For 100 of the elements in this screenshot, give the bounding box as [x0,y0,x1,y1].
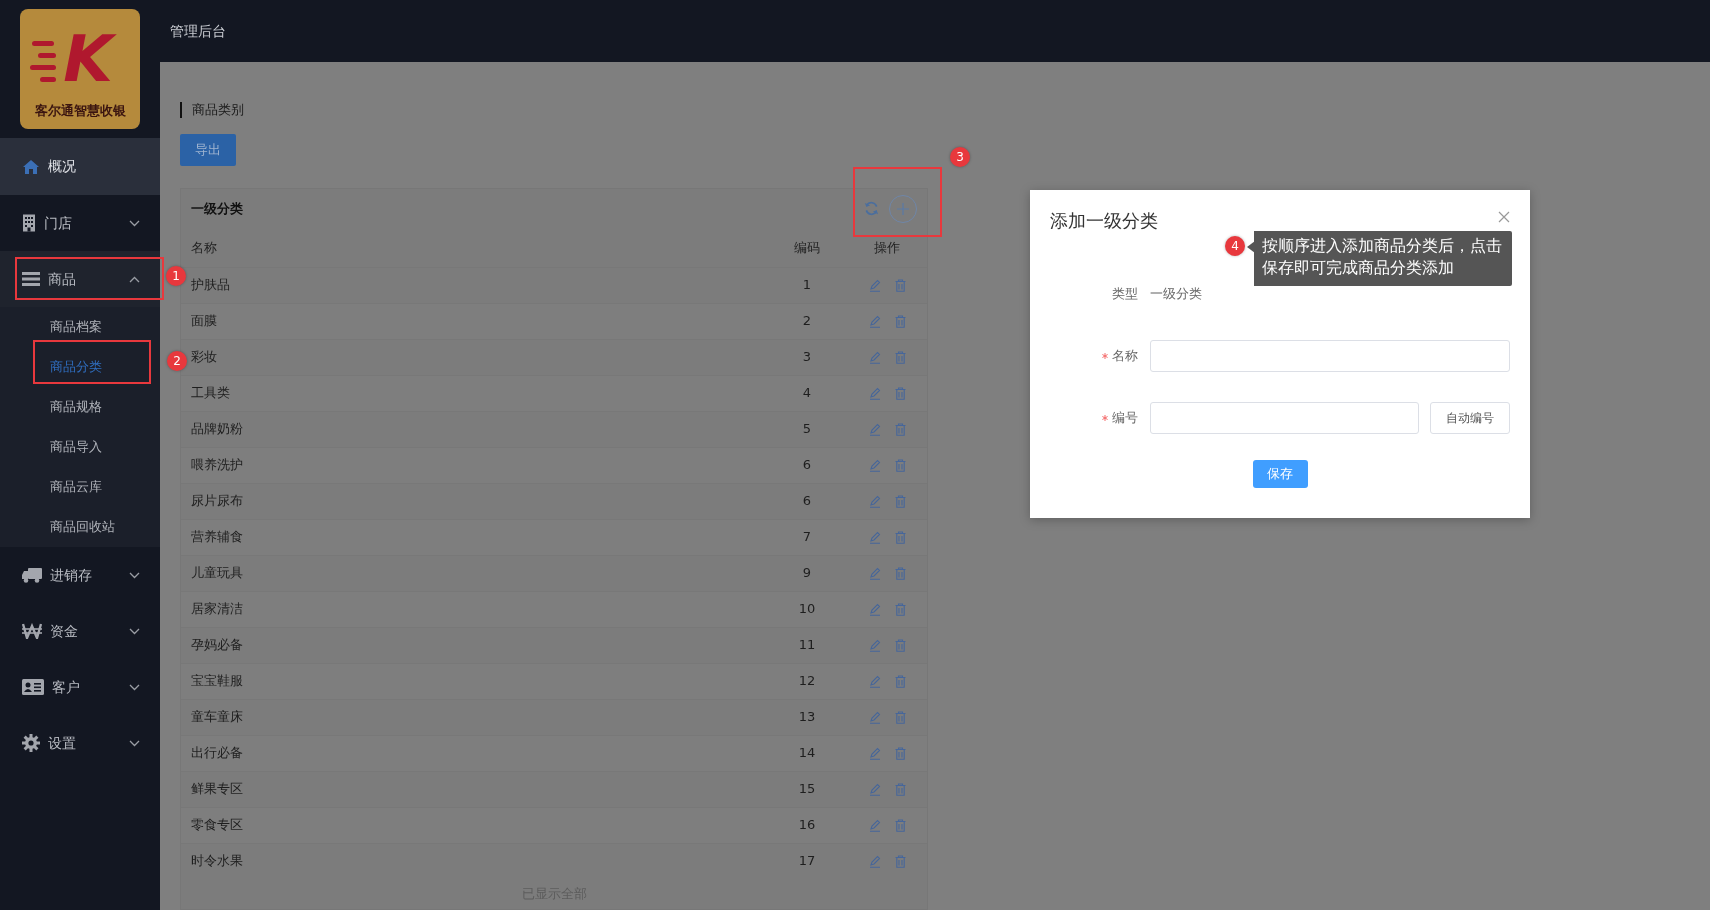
edit-button[interactable] [868,566,881,580]
delete-button[interactable] [894,638,906,652]
submenu-item[interactable]: 商品回收站 [0,507,160,547]
sidebar-item[interactable]: 进销存 [0,547,160,603]
delete-button[interactable] [894,674,906,688]
edit-button[interactable] [868,782,881,796]
edit-icon [868,566,881,580]
delete-button[interactable] [894,746,906,760]
submenu-item[interactable]: 商品云库 [0,467,160,507]
table-cell-text: 15 [797,780,817,799]
table-cell-text: 6 [801,456,813,475]
delete-button[interactable] [894,350,906,364]
delete-icon [894,314,906,328]
submenu-item[interactable]: 商品档案 [0,307,160,347]
edit-icon [868,710,881,724]
delete-button[interactable] [894,854,906,868]
refresh-button[interactable] [864,201,879,216]
edit-icon [868,746,881,760]
edit-button[interactable] [868,710,881,724]
table-cell-text: 7 [801,528,813,547]
table-cell-text: 品牌奶粉 [190,420,244,439]
sidebar-item-label: 概况 [48,157,76,176]
table-cell-text: 17 [797,852,817,871]
delete-button[interactable] [894,710,906,724]
sidebar-item[interactable]: 资金 [0,603,160,659]
delete-icon [894,746,906,760]
delete-button[interactable] [894,386,906,400]
auto-number-button[interactable]: 自动编号 [1430,402,1510,434]
edit-button[interactable] [868,314,881,328]
tooltip: 按顺序进入添加商品分类后，点击保存即可完成商品分类添加 [1247,231,1512,286]
logo-text: 客尔通智慧收银 [34,103,126,118]
table-cell-text: 5 [801,420,813,439]
input-field[interactable] [1150,402,1419,434]
delete-icon [894,422,906,436]
delete-icon [894,674,906,688]
edit-button[interactable] [868,746,881,760]
delete-button[interactable] [894,278,906,292]
edit-icon [868,278,881,292]
edit-button[interactable] [868,350,881,364]
edit-button[interactable] [868,674,881,688]
edit-icon [868,422,881,436]
field-label: 编号 [1112,409,1138,428]
close-button[interactable] [1498,211,1510,223]
sidebar-item[interactable]: 概况 [0,138,160,195]
delete-button[interactable] [894,530,906,544]
edit-icon [868,638,881,652]
table-cell-text: 童车童床 [190,708,244,727]
input-field[interactable] [1150,340,1510,372]
sidebar-item-label: 资金 [50,621,78,641]
sidebar-item-label: 门店 [44,213,72,233]
delete-button[interactable] [894,422,906,436]
sidebar-item-label: 客户 [52,677,80,697]
delete-button[interactable] [894,458,906,472]
edit-button[interactable] [868,386,881,400]
edit-button[interactable] [868,854,881,868]
delete-button[interactable] [894,818,906,832]
delete-icon [894,818,906,832]
edit-button[interactable] [868,638,881,652]
sidebar-item-label: 商品 [48,269,76,289]
building-icon [22,214,36,232]
edit-button[interactable] [868,602,881,616]
delete-button[interactable] [894,494,906,508]
sidebar-item[interactable]: 门店 [0,195,160,251]
delete-icon [894,566,906,580]
edit-icon [868,458,881,472]
sidebar-item[interactable]: 设置 [0,715,160,771]
delete-button[interactable] [894,314,906,328]
table-cell-text: 喂养洗护 [190,456,244,475]
edit-button[interactable] [868,818,881,832]
submenu-item[interactable]: 商品规格 [0,387,160,427]
list-icon [22,272,40,286]
sidebar-item[interactable]: 客户 [0,659,160,715]
sidebar-item[interactable]: 商品 [0,251,160,307]
delete-button[interactable] [894,782,906,796]
page-title: 商品类别 [180,102,244,118]
submenu-item[interactable]: 商品导入 [0,427,160,467]
table-cell-text: 3 [801,348,813,367]
edit-button[interactable] [868,458,881,472]
close-icon [1498,211,1510,223]
table-cell-text: 鲜果专区 [190,780,244,799]
table-cell-text: 孕妈必备 [190,636,244,655]
delete-icon [894,782,906,796]
table-cell-text: 零食专区 [190,816,244,835]
edit-icon [868,350,881,364]
home-icon [22,158,40,175]
delete-icon [894,638,906,652]
edit-button[interactable] [868,422,881,436]
pointer-icon [1247,241,1255,253]
edit-button[interactable] [868,530,881,544]
column-header: 编码 [793,238,821,257]
edit-button[interactable] [868,494,881,508]
field-label: 类型 [1112,285,1138,304]
delete-button[interactable] [894,602,906,616]
delete-button[interactable] [894,566,906,580]
table-cell-text: 居家清洁 [190,600,244,619]
field-label: 名称 [1112,347,1138,366]
table-cell-text: 面膜 [190,312,218,331]
refresh-icon [864,201,879,216]
gear-icon [22,734,40,752]
edit-button[interactable] [868,278,881,292]
